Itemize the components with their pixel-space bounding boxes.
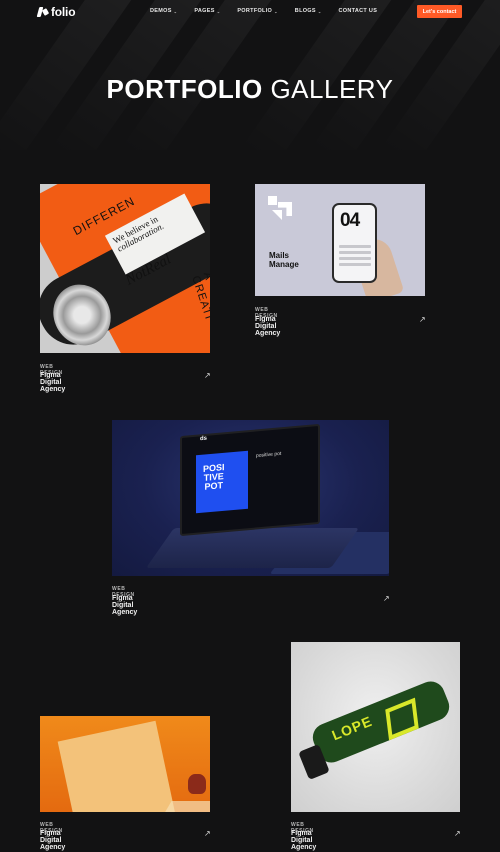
arrow-up-right-icon[interactable]: ↗: [204, 371, 211, 380]
card-title[interactable]: Figma Digital Agency: [40, 830, 65, 851]
chevron-down-icon: ⌄: [216, 8, 221, 14]
nav-item-demos[interactable]: DEMOS ⌄: [150, 8, 177, 14]
nav-item-pages[interactable]: PAGES ⌄: [194, 8, 220, 14]
pot-image: [188, 774, 206, 794]
arrow-up-right-icon[interactable]: ↗: [454, 829, 461, 838]
chevron-down-icon: ⌄: [317, 8, 322, 14]
logo-icon: [38, 7, 48, 17]
arrow-up-right-icon[interactable]: ↗: [204, 829, 211, 838]
nav-item-contact[interactable]: CONTACT US: [339, 8, 378, 14]
brand-mark-icon: [268, 196, 294, 222]
card-title[interactable]: Figma Digital Agency: [291, 830, 316, 851]
portfolio-image[interactable]: [40, 716, 210, 812]
logo-text: folio: [51, 5, 76, 19]
site-header: folio DEMOS ⌄ PAGES ⌄ PORTFOLIO ⌄ BLOGS ⌄ CO…: [0, 0, 500, 24]
portfolio-image[interactable]: LOPE: [291, 642, 460, 812]
arrow-up-right-icon[interactable]: ↗: [383, 594, 390, 603]
nav-item-portfolio[interactable]: PORTFOLIO ⌄: [237, 8, 277, 14]
portfolio-image[interactable]: Mails Manage 04: [255, 184, 425, 296]
contact-button[interactable]: Let's contact: [417, 5, 462, 18]
chevron-down-icon: ⌄: [274, 8, 278, 14]
poster-image: [57, 720, 179, 812]
card-title[interactable]: Figma Digital Agency: [255, 316, 280, 337]
logo[interactable]: folio: [38, 5, 76, 19]
nav-item-blogs[interactable]: BLOGS ⌄: [295, 8, 322, 14]
mails-heading: Mails Manage: [269, 251, 299, 270]
laptop-base: [145, 528, 360, 568]
card-title[interactable]: Figma Digital Agency: [112, 595, 137, 616]
bottle-image: [308, 677, 454, 767]
chevron-down-icon: ⌄: [173, 8, 178, 14]
portfolio-image[interactable]: DIFFEREN We believe in collaboration. No…: [40, 184, 210, 353]
portfolio-image[interactable]: ds POSI TIVE POT positive pot: [112, 420, 389, 576]
main-nav: DEMOS ⌄ PAGES ⌄ PORTFOLIO ⌄ BLOGS ⌄ CONTACT …: [150, 8, 394, 14]
screen-logo: POSI TIVE POT: [203, 462, 225, 492]
arrow-up-right-icon[interactable]: ↗: [419, 315, 426, 324]
card-title[interactable]: Figma Digital Agency: [40, 372, 65, 393]
phone-mockup: 04: [332, 203, 377, 283]
page-title: PORTFOLIO GALLERY: [106, 74, 394, 104]
